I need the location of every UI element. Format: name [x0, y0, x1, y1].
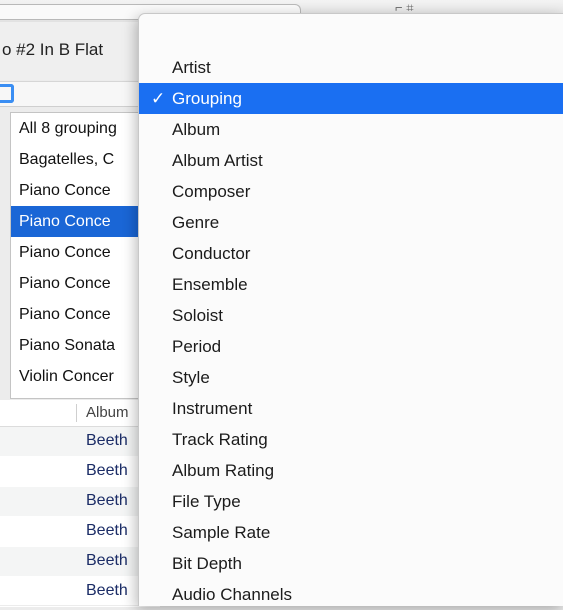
menu-item-label: Album — [172, 120, 221, 139]
menu-item-album-artist[interactable]: Album Artist — [139, 145, 563, 176]
menu-item-label: Audio Channels — [172, 585, 293, 604]
track-row[interactable]: Beeth — [0, 457, 160, 487]
menu-item-ensemble[interactable]: Ensemble — [139, 269, 563, 300]
menu-item-instrument[interactable]: Instrument — [139, 393, 563, 424]
menu-item-label: Sample Rate — [172, 523, 271, 542]
track-album-cell: Beeth — [86, 552, 128, 569]
menu-item-style[interactable]: Style — [139, 362, 563, 393]
checkmark-icon: ✓ — [151, 89, 166, 108]
menu-item-album[interactable]: Album — [139, 114, 563, 145]
album-column-header[interactable]: Album — [86, 404, 129, 421]
browser-column-menu: Artist ✓ Grouping Album Album Artist Composer… — [138, 13, 563, 606]
menu-item-label: Bit Depth — [172, 554, 242, 573]
now-playing-title: o #2 In B Flat — [2, 40, 104, 59]
track-album-cell: Beeth — [86, 462, 128, 479]
track-album-cell: Beeth — [86, 492, 128, 509]
menu-item-label: Album Rating — [172, 461, 275, 480]
menu-item-period[interactable]: Period — [139, 331, 563, 362]
menu-item-conductor[interactable]: Conductor — [139, 238, 563, 269]
menu-item-label: Composer — [172, 182, 251, 201]
menu-item-label: Soloist — [172, 306, 224, 325]
menu-item-label: Grouping — [172, 89, 242, 108]
menu-item-audio-channels[interactable]: Audio Channels — [139, 579, 563, 610]
track-row[interactable]: Beeth — [0, 487, 160, 517]
track-album-cell: Beeth — [86, 432, 128, 449]
track-row[interactable]: Beeth — [0, 517, 160, 547]
track-list: Album Beeth Beeth Beeth Beeth Beeth Beeth — [0, 400, 160, 607]
track-row[interactable]: Beeth — [0, 427, 160, 457]
track-row[interactable]: Beeth — [0, 547, 160, 577]
menu-item-genre[interactable]: Genre — [139, 207, 563, 238]
menu-item-grouping[interactable]: ✓ Grouping — [139, 83, 563, 114]
track-album-cell: Beeth — [86, 582, 128, 599]
menu-item-album-rating[interactable]: Album Rating — [139, 455, 563, 486]
menu-item-soloist[interactable]: Soloist — [139, 300, 563, 331]
track-album-cell: Beeth — [86, 522, 128, 539]
menu-item-label: Style — [172, 368, 210, 387]
column-separator[interactable] — [76, 404, 77, 422]
menu-item-label: Instrument — [172, 399, 253, 418]
track-row[interactable]: Beeth — [0, 577, 160, 607]
menu-item-label: Track Rating — [172, 430, 268, 449]
menu-item-label: File Type — [172, 492, 241, 511]
menu-item-sample-rate[interactable]: Sample Rate — [139, 517, 563, 548]
menu-item-track-rating[interactable]: Track Rating — [139, 424, 563, 455]
menu-item-label: Album Artist — [172, 151, 263, 170]
menu-item-label: Artist — [172, 58, 211, 77]
menu-item-composer[interactable]: Composer — [139, 176, 563, 207]
menu-item-label: Genre — [172, 213, 220, 232]
menu-item-bit-depth[interactable]: Bit Depth — [139, 548, 563, 579]
menu-item-label: Conductor — [172, 244, 251, 263]
menu-item-file-type[interactable]: File Type — [139, 486, 563, 517]
menu-item-label: Period — [172, 337, 222, 356]
track-list-header: Album — [0, 400, 160, 427]
column-header-focus-ring — [0, 84, 14, 103]
menu-item-label: Ensemble — [172, 275, 248, 294]
menu-item-artist[interactable]: Artist — [139, 52, 563, 83]
browser-column-header[interactable] — [0, 81, 160, 107]
